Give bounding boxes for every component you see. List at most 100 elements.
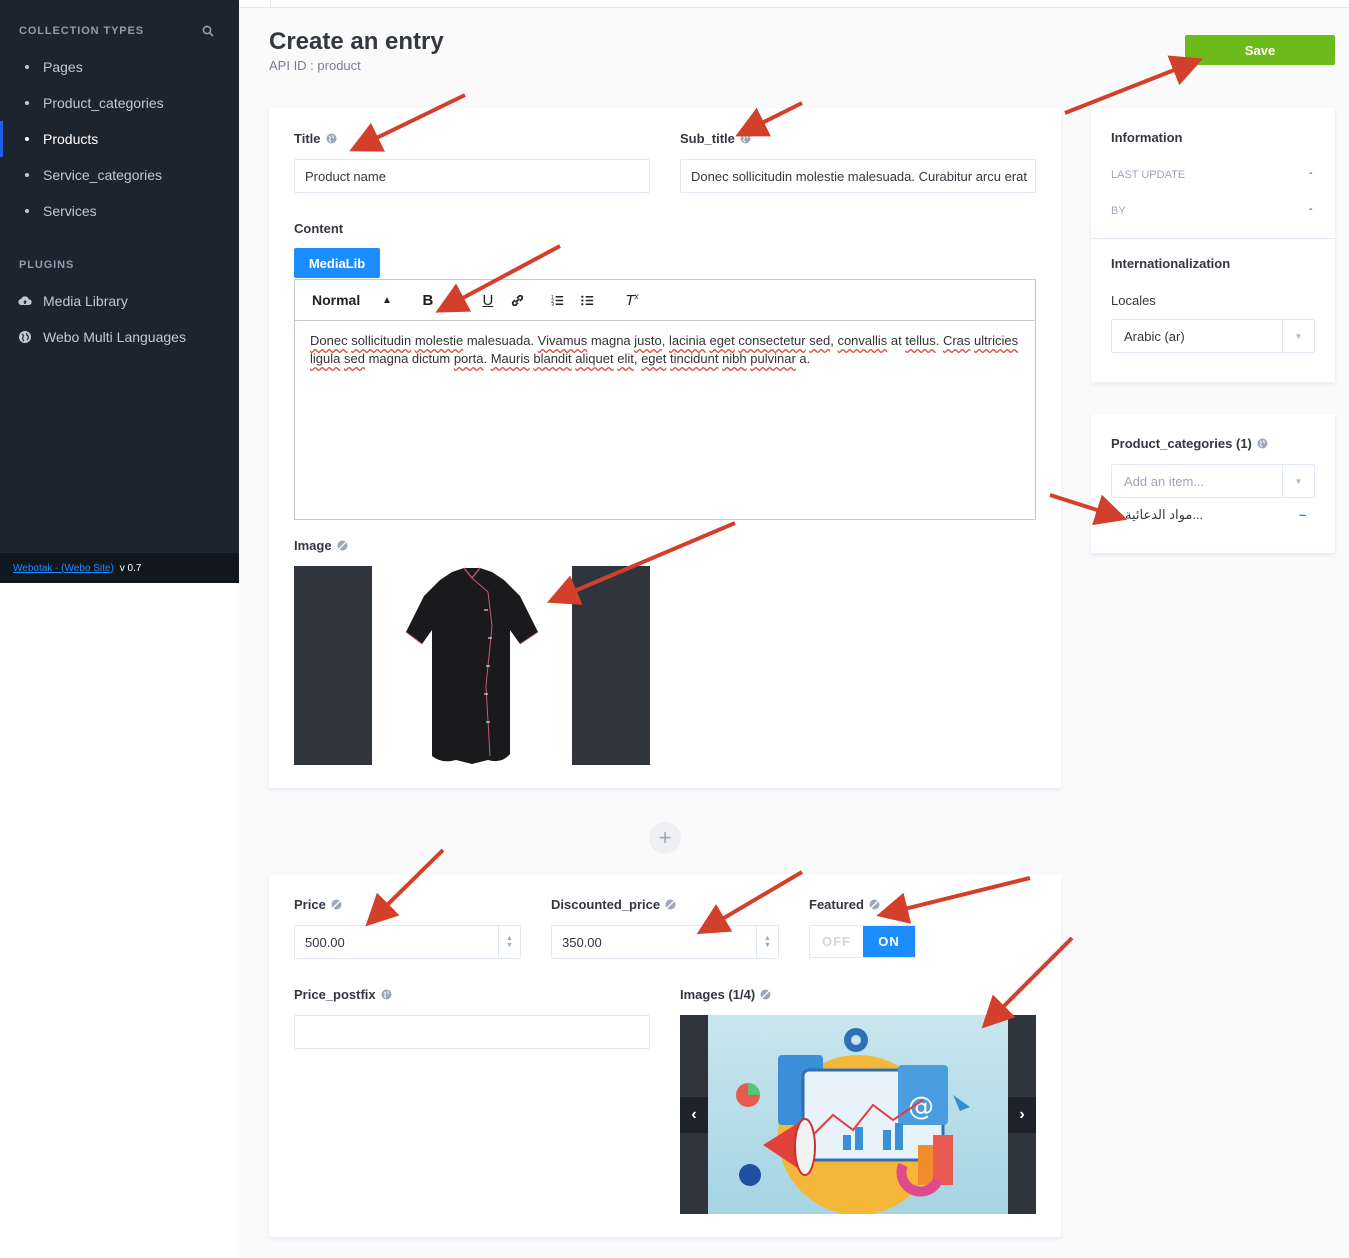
chevron-right-icon[interactable]: › <box>1008 1097 1036 1133</box>
relation-add-select[interactable]: Add an item... ▼ <box>1111 464 1315 498</box>
chevron-down-icon[interactable]: ▼ <box>1282 465 1314 497</box>
last-update-label: LAST UPDATE <box>1111 169 1186 181</box>
divider <box>1091 238 1335 239</box>
locales-label: Locales <box>1111 293 1156 308</box>
cloud-upload-icon <box>18 294 32 308</box>
main-fields-card: Title Product name Sub_title Donec solli… <box>269 108 1061 788</box>
relation-title-text: Product_categories (1) <box>1111 436 1252 451</box>
no-locale-icon <box>760 989 771 1000</box>
discounted-price-value: 350.00 <box>562 934 602 950</box>
bullet-list-icon[interactable] <box>580 293 596 308</box>
relation-placeholder: Add an item... <box>1124 473 1205 489</box>
internationalization-heading: Internationalization <box>1111 256 1231 271</box>
remove-relation-icon[interactable]: – <box>1299 507 1306 522</box>
title-input[interactable]: Product name <box>294 159 650 193</box>
title-label-text: Title <box>294 131 321 146</box>
sidebar-item-pages[interactable]: Pages <box>0 49 239 85</box>
italic-icon[interactable]: I <box>450 292 466 309</box>
images-gallery[interactable]: @ ‹ › <box>680 1015 1036 1214</box>
by-value: - <box>1309 203 1313 215</box>
link-icon[interactable] <box>510 293 526 308</box>
editor-text: . <box>935 333 943 348</box>
featured-label: Featured <box>809 897 880 912</box>
editor-word: eget <box>641 351 667 366</box>
content-label: Content <box>294 221 344 236</box>
sidebar-item-label: Services <box>43 203 97 219</box>
editor-text: , <box>661 333 669 348</box>
images-label: Images (1/4) <box>680 987 771 1002</box>
format-select-arrows-icon[interactable]: ▲ <box>382 295 392 306</box>
price-label: Price <box>294 897 342 912</box>
bullet-icon <box>25 137 29 141</box>
featured-label-text: Featured <box>809 897 864 912</box>
editor-word: justo <box>634 333 662 348</box>
editor-content[interactable]: Donec sollicitudin molestie malesuada. V… <box>295 321 1035 379</box>
sidebar-item-products[interactable]: Products <box>0 121 239 157</box>
sidebar-item-product-categories[interactable]: Product_categories <box>0 85 239 121</box>
discounted-price-label: Discounted_price <box>551 897 676 912</box>
subtitle-label: Sub_title <box>680 131 751 146</box>
editor-word: consectetur <box>738 333 806 348</box>
editor-word: sollicitudin <box>351 333 412 348</box>
chevron-down-icon[interactable]: ▼ <box>1282 320 1314 352</box>
sidebar-item-label: Products <box>43 131 99 147</box>
toggle-off[interactable]: OFF <box>810 926 863 957</box>
image-preview[interactable] <box>294 566 650 765</box>
price-postfix-label: Price_postfix <box>294 987 392 1002</box>
editor-word: porta <box>453 351 484 366</box>
version-label: v 0.7 <box>119 562 142 574</box>
featured-toggle[interactable]: OFF ON <box>809 925 916 958</box>
sidebar-item-service-categories[interactable]: Service_categories <box>0 157 239 193</box>
relation-card: Product_categories (1) Add an item... ▼ … <box>1091 414 1335 553</box>
add-component-button[interactable]: + <box>649 822 681 854</box>
image-label: Image <box>294 538 348 553</box>
api-id: API ID : product <box>269 58 361 73</box>
bullet-icon <box>25 209 29 213</box>
editor-word: tellus <box>905 333 936 348</box>
subtitle-label-text: Sub_title <box>680 131 735 146</box>
product-categories-heading: Product_categories (1) <box>1111 436 1268 451</box>
subtitle-input[interactable]: Donec sollicitudin molestie malesuada. C… <box>680 159 1036 193</box>
toggle-on[interactable]: ON <box>862 926 915 957</box>
editor-word: nibh <box>722 351 747 366</box>
chevron-left-icon[interactable]: ‹ <box>680 1097 708 1133</box>
editor-word: molestie <box>414 333 464 348</box>
bold-icon[interactable]: B <box>420 292 436 309</box>
search-icon[interactable] <box>202 25 214 37</box>
locale-select[interactable]: Arabic (ar) ▼ <box>1111 319 1315 353</box>
rich-text-editor[interactable]: Normal ▲ B I U 123 Tx Donec sollicitudin… <box>294 279 1036 520</box>
number-stepper-icon[interactable]: ▲ ▼ <box>756 926 778 958</box>
sidebar-item-label: Service_categories <box>43 167 163 183</box>
underline-icon[interactable]: U <box>480 292 496 309</box>
format-select[interactable]: Normal <box>312 292 382 308</box>
ordered-list-icon[interactable]: 123 <box>550 293 566 308</box>
editor-text: a. <box>795 351 811 366</box>
globe-icon <box>326 133 337 144</box>
sidebar-item-media-library[interactable]: Media Library <box>0 283 239 319</box>
globe-icon <box>18 330 32 344</box>
number-stepper-icon[interactable]: ▲ ▼ <box>498 926 520 958</box>
price-input[interactable]: 500.00 ▲ ▼ <box>294 925 521 959</box>
pricing-fields-card: Price 500.00 ▲ ▼ Discounted_price 350.00 … <box>269 874 1061 1237</box>
no-locale-icon <box>869 899 880 910</box>
editor-word: Mauris <box>490 351 530 366</box>
information-heading: Information <box>1111 130 1183 145</box>
page-title: Create an entry <box>269 28 444 55</box>
price-label-text: Price <box>294 897 326 912</box>
price-postfix-input[interactable] <box>294 1015 650 1049</box>
footer-link[interactable]: Webotak - (Webo Site) <box>13 563 114 574</box>
editor-word: convallis <box>837 333 888 348</box>
editor-toolbar: Normal ▲ B I U 123 Tx <box>295 280 1035 321</box>
sidebar-item-services[interactable]: Services <box>0 193 239 229</box>
relation-item[interactable]: ...مواد الدعائية <box>1125 507 1203 523</box>
sidebar-item-webo-multi-languages[interactable]: Webo Multi Languages <box>0 319 239 355</box>
medialib-button[interactable]: MediaLib <box>294 248 380 278</box>
discounted-price-input[interactable]: 350.00 ▲ ▼ <box>551 925 779 959</box>
no-locale-icon <box>665 899 676 910</box>
clear-format-icon[interactable]: Tx <box>624 292 640 309</box>
editor-word: ultricies <box>974 333 1019 348</box>
save-button[interactable]: Save <box>1185 35 1335 65</box>
sidebar: Collection Types Pages Product_categorie… <box>0 0 239 583</box>
editor-word: pulvinar <box>750 351 796 366</box>
editor-word: Donec <box>310 333 348 348</box>
